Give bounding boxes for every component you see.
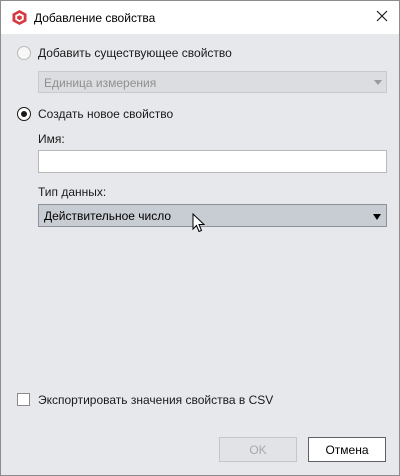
dialog-body: Добавить существующее свойство Единица и… <box>1 34 399 475</box>
chevron-down-icon <box>374 80 382 85</box>
dialog-window: Добавление свойства Добавить существующе… <box>0 0 400 476</box>
radio-existing-property[interactable] <box>17 46 31 60</box>
ok-button[interactable]: OK <box>219 437 297 462</box>
radio-dot <box>21 111 27 117</box>
name-field-label: Имя: <box>38 132 65 146</box>
radio-new-label: Создать новое свойство <box>38 107 174 121</box>
close-button[interactable] <box>365 1 399 34</box>
cancel-button[interactable]: Отмена <box>308 437 386 462</box>
data-type-select[interactable]: Действительное число <box>38 204 387 227</box>
close-icon <box>376 10 388 25</box>
radio-existing-label: Добавить существующее свойство <box>38 46 232 60</box>
name-input[interactable] <box>38 150 387 173</box>
existing-property-select[interactable]: Единица измерения <box>38 71 387 93</box>
chevron-down-icon <box>373 214 381 220</box>
data-type-value: Действительное число <box>44 209 172 223</box>
existing-property-value: Единица измерения <box>44 76 157 90</box>
data-type-label: Тип данных: <box>38 185 107 199</box>
cube-icon <box>11 9 28 26</box>
window-title: Добавление свойства <box>34 11 156 25</box>
mouse-pointer-icon <box>192 212 206 233</box>
export-csv-checkbox[interactable] <box>17 393 30 406</box>
title-bar: Добавление свойства <box>1 1 399 34</box>
radio-new-property[interactable] <box>17 107 31 121</box>
export-csv-label: Экспортировать значения свойства в CSV <box>38 393 274 407</box>
